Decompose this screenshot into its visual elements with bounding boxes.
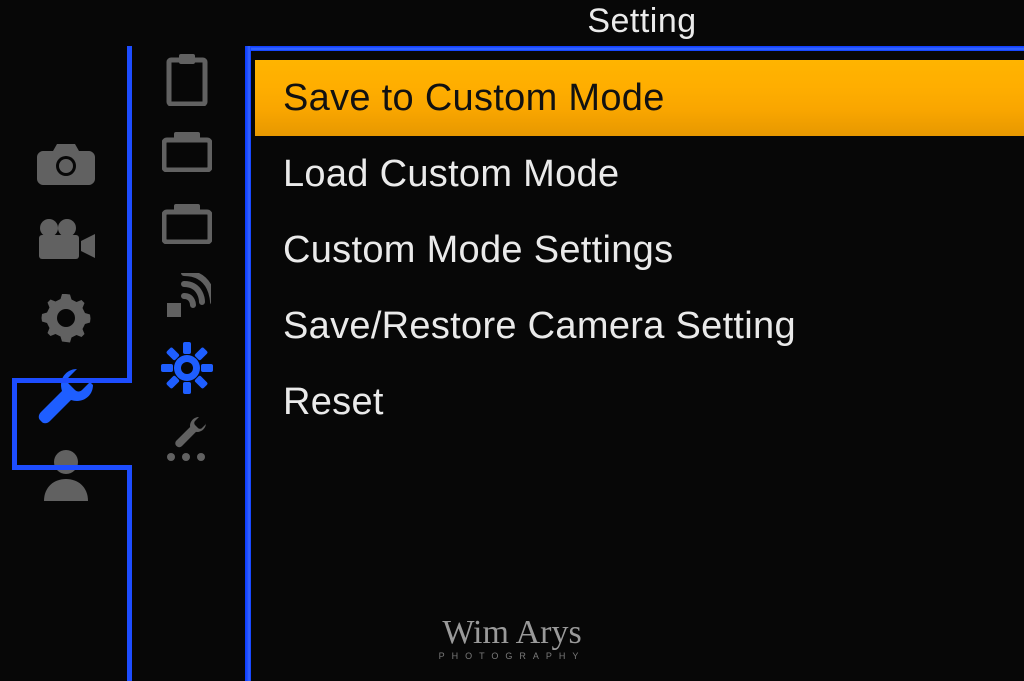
menu-item-save-custom-mode[interactable]: Save to Custom Mode xyxy=(255,60,1024,136)
video-camera-icon xyxy=(37,217,95,263)
cog-icon xyxy=(161,342,213,394)
menu-item-save-restore-camera-setting[interactable]: Save/Restore Camera Setting xyxy=(255,288,1024,364)
folder-icon xyxy=(162,132,212,172)
primary-tab-column xyxy=(12,134,120,502)
menu-item-reset[interactable]: Reset xyxy=(255,364,1024,440)
menu-item-label: Save/Restore Camera Setting xyxy=(283,305,796,348)
profile-icon xyxy=(40,447,92,501)
secondary-tab-wireless[interactable] xyxy=(161,270,213,322)
menu-item-custom-mode-settings[interactable]: Custom Mode Settings xyxy=(255,212,1024,288)
clipboard-icon xyxy=(165,54,209,106)
gear-icon xyxy=(39,291,93,345)
secondary-tab-column xyxy=(150,54,224,466)
secondary-tab-folder2[interactable] xyxy=(161,198,213,250)
secondary-tab-cog[interactable] xyxy=(161,342,213,394)
header-divider xyxy=(251,46,1024,51)
menu-item-label: Custom Mode Settings xyxy=(283,229,673,272)
secondary-tab-folder1[interactable] xyxy=(161,126,213,178)
menu-list: Save to Custom Mode Load Custom Mode Cus… xyxy=(255,60,1024,440)
panel-divider xyxy=(245,46,251,681)
wrench-dots-icon xyxy=(162,417,212,463)
menu-item-label: Save to Custom Mode xyxy=(283,77,665,120)
menu-title: Setting xyxy=(587,2,696,40)
secondary-tab-clipboard[interactable] xyxy=(161,54,213,106)
folder-icon xyxy=(162,204,212,244)
menu-header: Setting xyxy=(260,2,1024,44)
primary-tab-wrench[interactable] xyxy=(38,368,94,424)
secondary-tab-wrench-sub[interactable] xyxy=(161,414,213,466)
menu-item-label: Reset xyxy=(283,381,384,424)
primary-tab-gear[interactable] xyxy=(38,290,94,346)
watermark-sub: PHOTOGRAPHY xyxy=(439,652,586,661)
wireless-icon xyxy=(163,273,211,319)
watermark: Wim Arys PHOTOGRAPHY xyxy=(439,616,586,661)
wrench-icon xyxy=(36,366,96,426)
menu-item-load-custom-mode[interactable]: Load Custom Mode xyxy=(255,136,1024,212)
camera-icon xyxy=(37,139,95,185)
watermark-main: Wim Arys xyxy=(439,616,586,650)
menu-item-label: Load Custom Mode xyxy=(283,153,619,196)
primary-tab-video[interactable] xyxy=(38,212,94,268)
primary-tab-camera[interactable] xyxy=(38,134,94,190)
primary-tab-profile[interactable] xyxy=(38,446,94,502)
